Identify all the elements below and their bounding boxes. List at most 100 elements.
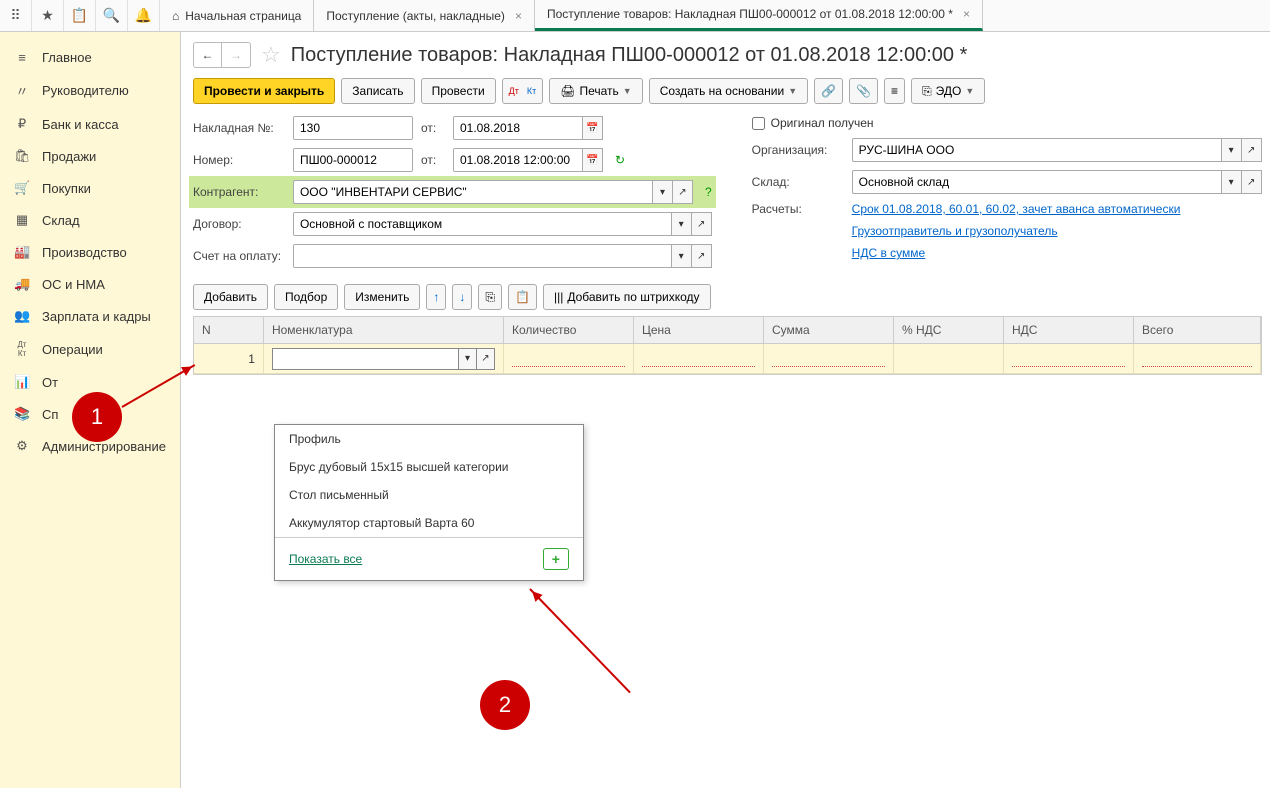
pick-button[interactable]: Подбор xyxy=(274,284,338,310)
tab-label: Поступление товаров: Накладная ПШ00-0000… xyxy=(547,7,953,21)
up-button[interactable]: ↑ xyxy=(426,284,446,310)
paste-button[interactable]: 📋 xyxy=(508,284,537,310)
edo-button[interactable]: ⎘ЭДО▼ xyxy=(911,78,985,104)
col-price: Цена xyxy=(634,317,764,343)
save-button[interactable]: Записать xyxy=(341,78,414,104)
counterparty-input[interactable] xyxy=(293,180,653,204)
change-button[interactable]: Изменить xyxy=(344,284,420,310)
print-button[interactable]: 🖨Печать▼ xyxy=(549,78,642,104)
original-checkbox[interactable]: Оригинал получен xyxy=(752,116,874,130)
calendar-icon[interactable]: 📅 xyxy=(583,116,603,140)
barcode-button[interactable]: |||Добавить по штрихкоду xyxy=(543,284,711,310)
sidebar-item-production[interactable]: 🏭Производство xyxy=(0,236,180,268)
nomenclature-input[interactable] xyxy=(272,348,459,370)
calc-link[interactable]: Срок 01.08.2018, 60.01, 60.02, зачет ава… xyxy=(852,202,1181,216)
from-label2: от: xyxy=(421,153,445,167)
dropdown-item[interactable]: Аккумулятор стартовый Варта 60 xyxy=(275,509,583,537)
ruble-icon: ₽ xyxy=(14,116,30,132)
related-button[interactable]: 🔗 xyxy=(814,78,843,104)
cell-total[interactable] xyxy=(1134,344,1261,373)
edo-icon: ⎘ xyxy=(922,84,932,99)
cart-icon: 🛒 xyxy=(14,180,30,196)
col-n: N xyxy=(194,317,264,343)
clipboard-icon[interactable]: 📋 xyxy=(64,0,96,31)
nds-link[interactable]: НДС в сумме xyxy=(852,246,926,260)
sidebar-item-main[interactable]: ≡Главное xyxy=(0,42,180,73)
grid-icon: ▦ xyxy=(14,212,30,228)
warehouse-input[interactable] xyxy=(852,170,1222,194)
search-icon[interactable]: 🔍 xyxy=(96,0,128,31)
open-icon[interactable]: ↗ xyxy=(1242,138,1262,162)
sidebar-item-manager[interactable]: 〃Руководителю xyxy=(0,73,180,108)
sidebar-item-bank[interactable]: ₽Банк и касса xyxy=(0,108,180,140)
attach-button[interactable]: 📎 xyxy=(849,78,878,104)
books-icon: 📚 xyxy=(14,406,30,422)
tab-current[interactable]: Поступление товаров: Накладная ПШ00-0000… xyxy=(535,0,983,31)
bell-icon[interactable]: 🔔 xyxy=(128,0,160,31)
sidebar-item-purchases[interactable]: 🛒Покупки xyxy=(0,172,180,204)
close-icon[interactable]: × xyxy=(963,7,970,21)
cell-nds[interactable] xyxy=(1004,344,1134,373)
favorite-icon[interactable]: ☆ xyxy=(261,42,281,68)
date1-input[interactable] xyxy=(453,116,583,140)
annotation-1: 1 xyxy=(72,392,122,442)
star-icon[interactable]: ★ xyxy=(32,0,64,31)
contract-input[interactable] xyxy=(293,212,672,236)
apps-icon[interactable]: ⠿ xyxy=(0,0,32,31)
datetime-input[interactable] xyxy=(453,148,583,172)
from-label: от: xyxy=(421,121,445,135)
invoice-no-input[interactable] xyxy=(293,116,413,140)
down-button[interactable]: ↓ xyxy=(452,284,472,310)
add-button[interactable]: Добавить xyxy=(193,284,268,310)
number-input[interactable] xyxy=(293,148,413,172)
add-new-button[interactable]: + xyxy=(543,548,569,570)
create-based-button[interactable]: Создать на основании▼ xyxy=(649,78,808,104)
post-close-button[interactable]: Провести и закрыть xyxy=(193,78,335,104)
dropdown-icon[interactable]: ▾ xyxy=(672,244,692,268)
cell-n: 1 xyxy=(194,344,264,373)
dropdown-item[interactable]: Брус дубовый 15х15 высшей категории xyxy=(275,453,583,481)
sidebar-item-operations[interactable]: ДтКтОперации xyxy=(0,332,180,366)
col-nds: НДС xyxy=(1004,317,1134,343)
tab-home[interactable]: ⌂ Начальная страница xyxy=(160,0,314,31)
dropdown-icon[interactable]: ▾ xyxy=(653,180,673,204)
dropdown-icon[interactable]: ▾ xyxy=(459,348,477,370)
open-icon[interactable]: ↗ xyxy=(673,180,693,204)
close-icon[interactable]: × xyxy=(515,9,522,23)
barcode-icon: ||| xyxy=(554,290,563,304)
copy-button[interactable]: ⎘ xyxy=(478,284,502,310)
sidebar-item-assets[interactable]: 🚚ОС и НМА xyxy=(0,268,180,300)
cell-nomenclature[interactable]: ▾ ↗ xyxy=(264,344,504,373)
dropdown-item[interactable]: Профиль xyxy=(275,425,583,453)
open-icon[interactable]: ↗ xyxy=(692,212,712,236)
sidebar-item-payroll[interactable]: 👥Зарплата и кадры xyxy=(0,300,180,332)
sidebar-item-warehouse[interactable]: ▦Склад xyxy=(0,204,180,236)
cell-qty[interactable] xyxy=(504,344,634,373)
tab-label: Поступление (акты, накладные) xyxy=(326,9,505,23)
back-button[interactable]: ← xyxy=(194,43,222,67)
org-input[interactable] xyxy=(852,138,1222,162)
refresh-icon[interactable]: ↻ xyxy=(615,153,625,167)
cell-vat[interactable] xyxy=(894,344,1004,373)
sidebar-item-sales[interactable]: 🛍Продажи xyxy=(0,140,180,172)
open-icon[interactable]: ↗ xyxy=(692,244,712,268)
dropdown-icon[interactable]: ▾ xyxy=(1222,138,1242,162)
show-all-link[interactable]: Показать все xyxy=(289,552,362,566)
cell-price[interactable] xyxy=(634,344,764,373)
calendar-icon[interactable]: 📅 xyxy=(583,148,603,172)
dropdown-item[interactable]: Стол письменный xyxy=(275,481,583,509)
ship-link[interactable]: Грузоотправитель и грузополучатель xyxy=(852,224,1058,238)
cell-sum[interactable] xyxy=(764,344,894,373)
account-input[interactable] xyxy=(293,244,672,268)
tab-receipts[interactable]: Поступление (акты, накладные) × xyxy=(314,0,535,31)
table-row[interactable]: 1 ▾ ↗ xyxy=(194,344,1261,374)
open-icon[interactable]: ↗ xyxy=(1242,170,1262,194)
col-total: Всего xyxy=(1134,317,1261,343)
help-icon[interactable]: ? xyxy=(705,185,712,199)
post-button[interactable]: Провести xyxy=(421,78,496,104)
dropdown-icon[interactable]: ▾ xyxy=(1222,170,1242,194)
dtkt-button[interactable]: ДтКт xyxy=(502,78,544,104)
dropdown-icon[interactable]: ▾ xyxy=(672,212,692,236)
open-icon[interactable]: ↗ xyxy=(477,348,495,370)
list-button[interactable]: ≡ xyxy=(884,78,905,104)
